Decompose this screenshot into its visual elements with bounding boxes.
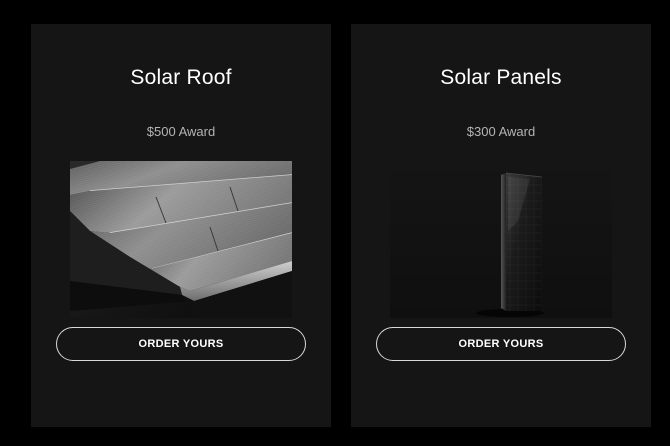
order-yours-button[interactable]: ORDER YOURS — [376, 327, 626, 361]
award-text: $300 Award — [466, 124, 536, 139]
page: Solar Roof $500 Award ORDER YOURS Solar … — [0, 0, 670, 446]
card-solar-roof: Solar Roof $500 Award ORDER YOURS — [31, 24, 331, 427]
card-title: Solar Panels — [440, 66, 562, 89]
card-title: Solar Roof — [130, 66, 232, 89]
order-yours-button[interactable]: ORDER YOURS — [56, 327, 306, 361]
solar-roof-image — [70, 161, 292, 318]
solar-panel-image — [390, 161, 612, 318]
card-solar-panels: Solar Panels $300 Award ORDER YOURS — [351, 24, 651, 427]
award-text: $500 Award — [146, 124, 216, 139]
